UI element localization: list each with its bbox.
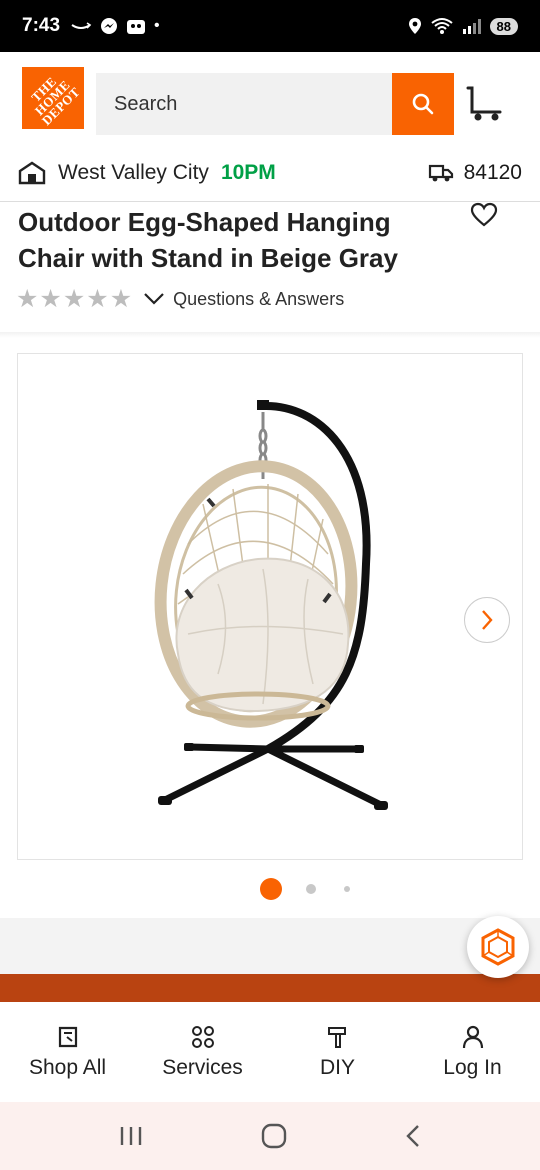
- star-icon: ★: [109, 285, 132, 313]
- nav-label: DIY: [319, 1056, 355, 1079]
- star-icon: ★: [86, 285, 108, 313]
- nav-services[interactable]: Services: [135, 1002, 270, 1102]
- home-icon[interactable]: [261, 1123, 287, 1149]
- search-icon: [412, 93, 434, 115]
- cart-icon[interactable]: [466, 86, 504, 122]
- carousel-dots: [0, 876, 540, 900]
- favorite-heart-icon[interactable]: [470, 202, 498, 228]
- system-navigation-bar: [0, 1102, 540, 1170]
- home-depot-logo[interactable]: THE HOME DEPOT: [22, 67, 84, 129]
- rating-row: ★ ★ ★ ★ ★ Questions & Answers: [16, 284, 344, 314]
- logo-text: THE HOME DEPOT: [28, 73, 84, 129]
- nav-shop-all[interactable]: Shop All: [0, 1002, 135, 1102]
- carousel-dot[interactable]: [306, 884, 316, 894]
- carousel-dot[interactable]: [344, 886, 350, 892]
- store-hours: 10PM: [220, 160, 276, 184]
- product-title: Outdoor Egg-Shaped Hanging Chair with St…: [18, 207, 398, 273]
- battery-indicator: 88: [489, 17, 518, 35]
- amazon-icon: [71, 22, 92, 29]
- section-divider: [0, 332, 540, 338]
- nav-label: Log In: [443, 1056, 502, 1079]
- nav-log-in[interactable]: Log In: [405, 1002, 540, 1102]
- app-header: THE HOME DEPOT Search: [0, 52, 540, 144]
- delivery-zip[interactable]: 84120: [428, 161, 522, 185]
- product-image[interactable]: [17, 353, 523, 860]
- shop-all-icon: [58, 1026, 77, 1048]
- search-button[interactable]: [392, 73, 454, 135]
- chevron-right-icon: [482, 610, 493, 630]
- user-icon: [462, 1025, 483, 1049]
- star-icon: ★: [16, 285, 38, 313]
- location-icon: [408, 18, 421, 34]
- chat-assistant-button[interactable]: [467, 916, 529, 978]
- hexagon-chat-icon: [481, 928, 515, 966]
- promo-banner[interactable]: [0, 974, 540, 1002]
- nav-label: Shop All: [28, 1056, 107, 1079]
- store-name[interactable]: West Valley City: [58, 161, 209, 185]
- signal-icon: [462, 19, 481, 34]
- section-spacer: [0, 918, 540, 974]
- delivery-truck-icon: [428, 164, 453, 181]
- back-icon[interactable]: [405, 1124, 421, 1148]
- bottom-navigation: Shop All Services DIY Log In: [0, 1002, 540, 1102]
- services-icon: [191, 1026, 214, 1048]
- hanging-egg-chair-image: [154, 400, 388, 810]
- rating-stars[interactable]: ★ ★ ★ ★ ★: [16, 284, 132, 314]
- star-icon: ★: [39, 285, 61, 313]
- diy-icon: [327, 1027, 346, 1048]
- photo-app-icon: [127, 20, 146, 34]
- messenger-icon: [101, 18, 118, 34]
- zip-code: 84120: [463, 160, 522, 184]
- questions-answers-link[interactable]: Questions & Answers: [173, 289, 344, 310]
- status-time: 7:43: [22, 15, 61, 36]
- location-bar: West Valley City 10PM 84120: [0, 144, 540, 202]
- search-input[interactable]: Search: [96, 73, 392, 135]
- status-bar: 7:43 • 88: [0, 0, 540, 52]
- nav-label: Services: [162, 1056, 243, 1079]
- wifi-icon: [430, 18, 453, 34]
- nav-diy[interactable]: DIY: [270, 1002, 405, 1102]
- carousel-dot-active[interactable]: [260, 878, 282, 900]
- more-notifications-dot: •: [154, 17, 160, 34]
- recent-apps-icon[interactable]: [119, 1125, 143, 1147]
- notification-icons: •: [70, 17, 160, 35]
- store-icon[interactable]: [18, 161, 46, 185]
- next-image-button[interactable]: [464, 597, 510, 643]
- chevron-down-icon[interactable]: [143, 292, 165, 306]
- star-icon: ★: [62, 285, 85, 313]
